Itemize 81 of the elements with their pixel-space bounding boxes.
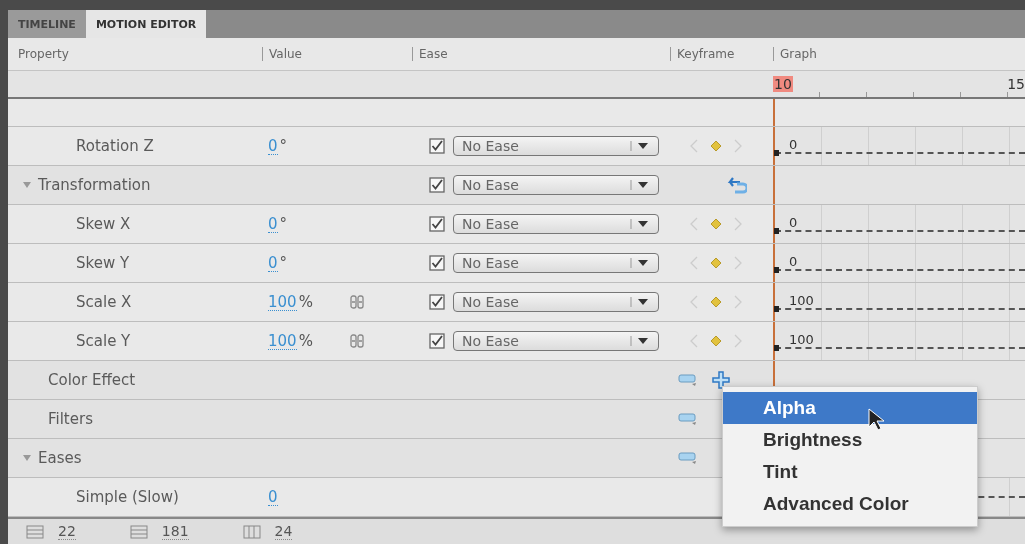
menu-item[interactable]: Brightness bbox=[723, 424, 977, 456]
ease-dropdown[interactable]: No Ease bbox=[453, 214, 659, 234]
property-name: Rotation Z bbox=[76, 137, 154, 155]
unit-label: % bbox=[298, 293, 313, 311]
previous-keyframe-icon[interactable] bbox=[689, 217, 698, 231]
minus-icon[interactable] bbox=[678, 372, 698, 388]
unit-label: ° bbox=[279, 254, 288, 272]
keyframe-icon[interactable] bbox=[709, 218, 722, 230]
property-name: Skew X bbox=[76, 215, 131, 233]
expand-triangle-icon[interactable] bbox=[22, 453, 32, 463]
previous-keyframe-icon[interactable] bbox=[689, 295, 698, 309]
graph-value-label: 100 bbox=[789, 294, 814, 308]
rows-icon[interactable] bbox=[26, 524, 44, 539]
checkbox[interactable] bbox=[429, 333, 445, 349]
frame-number: 10 bbox=[773, 76, 793, 92]
property-name: Transformation bbox=[38, 176, 151, 194]
value-field[interactable]: 100 bbox=[268, 293, 297, 311]
unit-label: ° bbox=[279, 137, 288, 155]
frame-number: 15 bbox=[1007, 76, 1025, 92]
minus-icon[interactable] bbox=[678, 450, 698, 466]
value-field[interactable]: 22 bbox=[58, 523, 76, 540]
checkbox[interactable] bbox=[429, 294, 445, 310]
checkbox[interactable] bbox=[429, 255, 445, 271]
keyframe-icon[interactable] bbox=[709, 140, 722, 152]
next-keyframe-icon[interactable] bbox=[733, 334, 742, 348]
previous-keyframe-icon[interactable] bbox=[689, 139, 698, 153]
column-header: Graph bbox=[773, 47, 817, 61]
menu-item[interactable]: Advanced Color bbox=[723, 488, 977, 520]
graph-value-label: 0 bbox=[789, 138, 798, 152]
graph-value-label: 0 bbox=[789, 255, 798, 269]
value-field[interactable]: 181 bbox=[161, 523, 189, 540]
link-icon[interactable] bbox=[348, 294, 365, 310]
property-name: Simple (Slow) bbox=[76, 488, 179, 506]
property-name: Skew Y bbox=[76, 254, 130, 272]
unit-label: ° bbox=[279, 215, 288, 233]
property-name: Scale X bbox=[76, 293, 132, 311]
value-field[interactable]: 24 bbox=[274, 523, 293, 540]
value-field[interactable]: 0 bbox=[268, 254, 278, 272]
property-name: Color Effect bbox=[48, 371, 136, 389]
column-header: Value bbox=[262, 47, 302, 61]
previous-keyframe-icon[interactable] bbox=[689, 256, 698, 270]
plus-icon[interactable] bbox=[712, 371, 730, 389]
panel-tab[interactable]: MOTION EDITOR bbox=[85, 10, 207, 38]
menu-item[interactable]: Alpha bbox=[723, 392, 977, 424]
property-name: Filters bbox=[48, 410, 93, 428]
column-header: Property bbox=[17, 47, 69, 61]
keyframe-icon[interactable] bbox=[709, 335, 722, 347]
next-keyframe-icon[interactable] bbox=[733, 295, 742, 309]
next-keyframe-icon[interactable] bbox=[733, 139, 742, 153]
ease-dropdown[interactable]: No Ease bbox=[453, 136, 659, 156]
cursor-icon bbox=[868, 408, 884, 432]
keyframe-icon[interactable] bbox=[709, 296, 722, 308]
checkbox[interactable] bbox=[429, 138, 445, 154]
ease-dropdown[interactable]: No Ease bbox=[453, 175, 659, 195]
value-field[interactable]: 100 bbox=[268, 332, 297, 350]
keyframe-icon[interactable] bbox=[709, 257, 722, 269]
value-field[interactable]: 0 bbox=[268, 215, 278, 233]
link-icon[interactable] bbox=[348, 333, 365, 349]
panel-tab[interactable]: TIMELINE bbox=[8, 10, 86, 38]
property-name: Scale Y bbox=[76, 332, 131, 350]
graph-value-label: 0 bbox=[789, 216, 798, 230]
checkbox[interactable] bbox=[429, 177, 445, 193]
ease-dropdown[interactable]: No Ease bbox=[453, 292, 659, 312]
menu-item[interactable]: Tint bbox=[723, 456, 977, 488]
previous-keyframe-icon[interactable] bbox=[689, 334, 698, 348]
checkbox[interactable] bbox=[429, 216, 445, 232]
graph-value-label: 100 bbox=[789, 333, 814, 347]
minus-icon[interactable] bbox=[678, 411, 698, 427]
next-keyframe-icon[interactable] bbox=[733, 217, 742, 231]
ease-dropdown[interactable]: No Ease bbox=[453, 331, 659, 351]
value-field[interactable]: 0 bbox=[268, 137, 278, 155]
unit-label: % bbox=[298, 332, 313, 350]
column-header: Ease bbox=[412, 47, 448, 61]
ease-dropdown[interactable]: No Ease bbox=[453, 253, 659, 273]
columns-icon[interactable] bbox=[242, 524, 261, 539]
rows-icon[interactable] bbox=[129, 524, 148, 539]
property-name: Eases bbox=[38, 449, 82, 467]
value-field[interactable]: 0 bbox=[268, 488, 278, 506]
column-header: Keyframe bbox=[670, 47, 735, 61]
next-keyframe-icon[interactable] bbox=[733, 256, 742, 270]
expand-triangle-icon[interactable] bbox=[22, 180, 32, 190]
